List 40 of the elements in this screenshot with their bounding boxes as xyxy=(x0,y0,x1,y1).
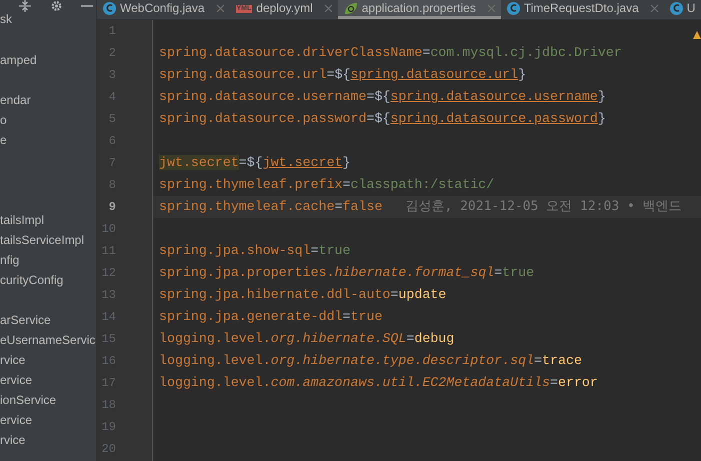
tree-item[interactable]: amped xyxy=(0,53,37,67)
editor-tab[interactable]: application.properties xyxy=(338,0,501,19)
code-line: jwt.secret=${jwt.secret} xyxy=(159,155,351,171)
settings-icon[interactable] xyxy=(50,0,63,12)
blame-annotation: 김성훈, 2021-12-05 오전 12:03 • 백엔드 xyxy=(405,199,682,215)
tree-item[interactable]: eUsernameServic xyxy=(0,333,96,347)
editor-tab[interactable]: TimeRequestDto.java xyxy=(500,0,664,19)
line-number: 9 xyxy=(108,200,116,214)
code-line: logging.level.org.hibernate.type.descriptor.sql=trace xyxy=(159,353,582,369)
code-line: spring.jpa.properties.hibernate.format_sql=true xyxy=(159,265,534,281)
code-line: spring.datasource.url=${spring.datasource.url} xyxy=(159,67,526,83)
tree-item[interactable]: curityConfig xyxy=(0,273,64,287)
tree-item[interactable]: arService xyxy=(0,313,51,327)
code-line: spring.thymeleaf.prefix=classpath:/static/ xyxy=(159,177,494,193)
code-line: logging.level.com.amazonaws.util.EC2MetadataUtils=error xyxy=(159,375,598,391)
code-line: spring.jpa.hibernate.ddl-auto=update xyxy=(159,287,446,303)
tree-item[interactable]: ervice xyxy=(0,413,32,427)
leaf-icon xyxy=(344,2,358,14)
tree-item[interactable]: ervice xyxy=(0,373,32,387)
code-line: logging.level.org.hibernate.SQL=debug xyxy=(159,331,454,347)
tree-item[interactable]: nfig xyxy=(0,253,20,267)
code-line: spring.jpa.generate-ddl=true xyxy=(159,309,382,325)
code-line: spring.datasource.driverClassName=com.mysql.cj.jdbc.Driver xyxy=(159,45,622,61)
code-line: spring.datasource.password=${spring.datasource.password} xyxy=(159,111,606,127)
tree-item[interactable]: rvice xyxy=(0,433,26,447)
tree-item[interactable]: tailsServiceImpl xyxy=(0,233,84,247)
tree-item[interactable]: e xyxy=(0,133,7,147)
code-line: spring.datasource.username=${spring.datasource.username} xyxy=(159,89,606,105)
editor-tab[interactable]: U xyxy=(664,0,700,19)
tree-item[interactable]: o xyxy=(0,113,7,127)
code-line: spring.thymeleaf.cache=false xyxy=(159,199,382,215)
code-line: spring.jpa.show-sql=true xyxy=(159,243,351,259)
tree-item[interactable]: endar xyxy=(0,93,31,107)
collapse-icon[interactable] xyxy=(18,0,32,12)
editor-tab[interactable]: WebConfig.java xyxy=(97,0,230,19)
tree-item[interactable]: ionService xyxy=(0,393,56,407)
tree-item[interactable]: rvice xyxy=(0,353,26,367)
tree-item[interactable]: tailsImpl xyxy=(0,213,44,227)
tree-item[interactable]: sk xyxy=(0,12,12,26)
warning-icon[interactable] xyxy=(693,31,701,39)
